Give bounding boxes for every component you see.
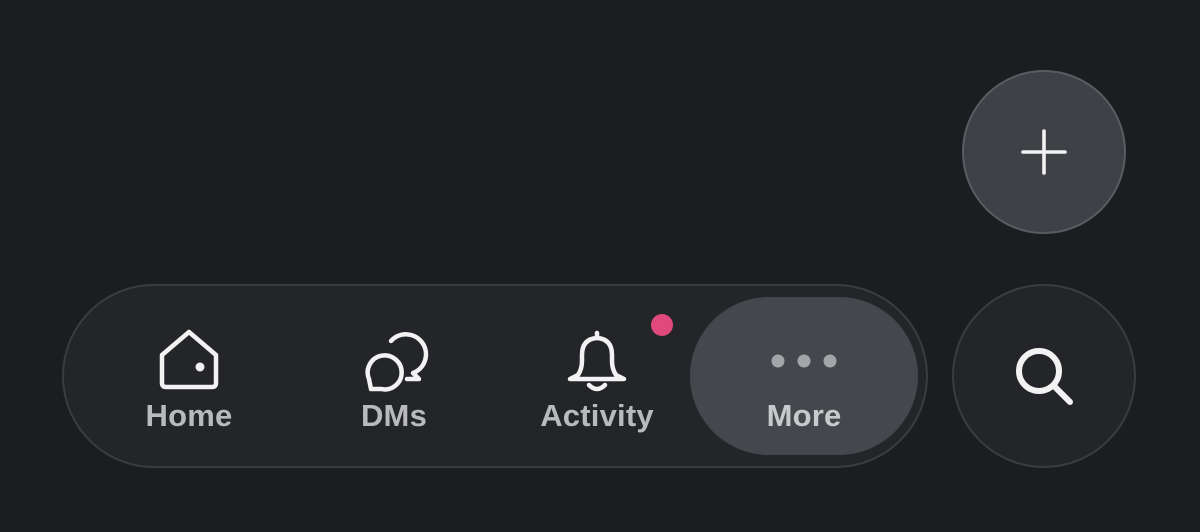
tab-activity-label: Activity	[540, 398, 654, 433]
tab-more[interactable]: More	[690, 297, 918, 455]
search-button[interactable]	[952, 284, 1136, 468]
activity-notification-badge	[651, 314, 673, 336]
chat-bubbles-icon	[358, 324, 430, 396]
tab-activity[interactable]: Activity	[527, 286, 673, 466]
plus-icon	[1021, 129, 1067, 175]
home-icon	[153, 324, 225, 396]
tab-home[interactable]: Home	[124, 286, 254, 466]
bell-icon	[561, 324, 633, 396]
tab-dms-label: DMs	[360, 398, 428, 433]
more-dots-icon	[768, 325, 840, 397]
compose-button[interactable]	[962, 70, 1126, 234]
tab-more-label: More	[766, 398, 842, 433]
mobile-screen: Home DMs Activity More	[0, 0, 1200, 532]
tab-dms[interactable]: DMs	[329, 286, 459, 466]
bottom-tab-bar: Home DMs Activity More	[62, 284, 928, 468]
tab-home-label: Home	[145, 398, 233, 433]
search-icon	[1016, 348, 1073, 405]
